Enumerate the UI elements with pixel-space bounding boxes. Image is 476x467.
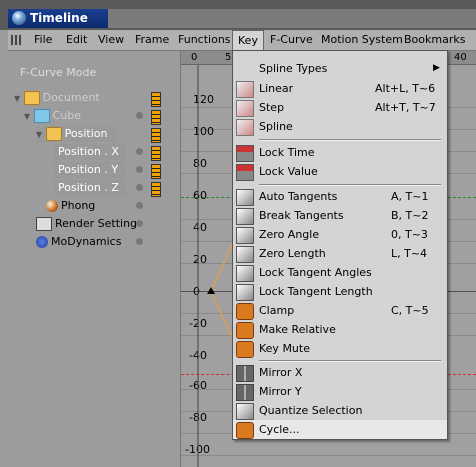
menu-item-lock-tangent-length[interactable]: Lock Tangent Length bbox=[233, 282, 447, 301]
track-icon bbox=[151, 164, 161, 179]
auto-tangents-icon bbox=[236, 189, 254, 206]
track-icon bbox=[151, 110, 161, 125]
keyframe-marker[interactable] bbox=[207, 287, 215, 294]
phong-tag-icon bbox=[46, 200, 58, 212]
menu-item-step[interactable]: Step Alt+T, T~7 bbox=[233, 98, 447, 117]
track-icon bbox=[151, 182, 161, 197]
menu-frame[interactable]: Frame bbox=[135, 30, 169, 50]
tree-item-position-y[interactable]: Position . Y bbox=[54, 162, 126, 178]
key-menu-dropdown: Spline Types ▶ Linear Alt+L, T~6 Step Al… bbox=[232, 50, 448, 440]
menu-item-make-relative[interactable]: Make Relative bbox=[233, 320, 447, 339]
spline-icon bbox=[236, 119, 254, 136]
menu-motion-system[interactable]: Motion System bbox=[321, 30, 403, 50]
menu-item-clamp[interactable]: Clamp C, T~5 bbox=[233, 301, 447, 320]
menu-separator bbox=[259, 184, 441, 186]
curve-segment-up[interactable] bbox=[210, 242, 234, 292]
menu-item-key-mute[interactable]: Key Mute bbox=[233, 339, 447, 358]
quantize-selection-icon bbox=[236, 403, 254, 420]
lock-tangent-angles-icon bbox=[236, 265, 254, 282]
app-icon bbox=[12, 11, 26, 25]
tree-item-modynamics[interactable]: MoDynamics bbox=[36, 234, 121, 250]
tree-item-document[interactable]: ▼ Document bbox=[14, 90, 100, 106]
expand-icon[interactable]: ▼ bbox=[36, 130, 42, 139]
cycle-icon bbox=[236, 422, 254, 439]
zero-angle-icon bbox=[236, 227, 254, 244]
cube-icon bbox=[33, 109, 50, 123]
menu-separator bbox=[259, 360, 441, 362]
grip-icon[interactable] bbox=[11, 35, 21, 45]
dot-icon bbox=[136, 112, 143, 119]
menu-item-lock-value[interactable]: Lock Value bbox=[233, 162, 447, 181]
dot-icon bbox=[136, 148, 143, 155]
mirror-y-icon bbox=[236, 384, 254, 401]
render-setting-icon bbox=[36, 217, 52, 231]
ruler-tick: 40 bbox=[454, 52, 467, 63]
lock-value-icon bbox=[236, 164, 254, 181]
menu-key[interactable]: Key bbox=[232, 30, 264, 50]
linear-icon bbox=[236, 81, 254, 98]
title-bar-rest bbox=[108, 9, 476, 28]
make-relative-icon bbox=[236, 322, 254, 339]
tree-item-position[interactable]: ▼ Position bbox=[36, 126, 116, 142]
menu-item-mirror-x[interactable]: Mirror X bbox=[233, 363, 447, 382]
menu-bookmarks[interactable]: Bookmarks bbox=[404, 30, 465, 50]
tree-item-position-z[interactable]: Position . Z bbox=[54, 180, 126, 196]
title-bar: Timeline bbox=[0, 0, 476, 30]
menu-item-lock-time[interactable]: Lock Time bbox=[233, 143, 447, 162]
window-title: Timeline bbox=[30, 11, 88, 25]
track-icon bbox=[151, 92, 161, 107]
menu-item-break-tangents[interactable]: Break Tangents B, T~2 bbox=[233, 206, 447, 225]
menu-item-auto-tangents[interactable]: Auto Tangents A, T~1 bbox=[233, 187, 447, 206]
tree-item-cube[interactable]: ▼ Cube bbox=[24, 108, 81, 124]
mode-label: F-Curve Mode bbox=[20, 66, 97, 79]
tree-item-position-x[interactable]: Position . X bbox=[54, 144, 126, 160]
menu-item-zero-length[interactable]: Zero Length L, T~4 bbox=[233, 244, 447, 263]
submenu-arrow-icon: ▶ bbox=[433, 63, 440, 73]
menu-functions[interactable]: Functions bbox=[178, 30, 231, 50]
folder-icon bbox=[23, 91, 40, 105]
lock-time-icon bbox=[236, 145, 254, 162]
menu-item-zero-angle[interactable]: Zero Angle 0, T~3 bbox=[233, 225, 447, 244]
track-icon bbox=[151, 128, 161, 143]
dot-icon bbox=[136, 220, 143, 227]
menu-item-quantize-selection[interactable]: Quantize Selection bbox=[233, 401, 447, 420]
menu-file[interactable]: File bbox=[34, 30, 52, 50]
menu-f-curve[interactable]: F-Curve bbox=[270, 30, 313, 50]
mirror-x-icon bbox=[236, 365, 254, 382]
menu-item-spline[interactable]: Spline bbox=[233, 117, 447, 136]
break-tangents-icon bbox=[236, 208, 254, 225]
window-title-area[interactable]: Timeline bbox=[8, 9, 108, 28]
lock-tangent-length-icon bbox=[236, 284, 254, 301]
menu-item-mirror-y[interactable]: Mirror Y bbox=[233, 382, 447, 401]
menu-item-spline-types[interactable]: Spline Types ▶ bbox=[233, 59, 447, 78]
clamp-icon bbox=[236, 303, 254, 320]
menu-bar: File Edit View Frame Functions Key F-Cur… bbox=[8, 30, 476, 51]
dot-icon bbox=[136, 166, 143, 173]
dot-icon bbox=[136, 202, 143, 209]
zero-length-icon bbox=[236, 246, 254, 263]
menu-view[interactable]: View bbox=[98, 30, 124, 50]
object-tree-panel: F-Curve Mode ▼ Document ▼ Cube ▼ Positio… bbox=[8, 51, 181, 467]
expand-icon[interactable]: ▼ bbox=[24, 112, 30, 121]
tree-item-phong[interactable]: Phong bbox=[46, 198, 95, 214]
key-mute-icon bbox=[236, 341, 254, 358]
expand-icon[interactable]: ▼ bbox=[14, 94, 20, 103]
track-icon bbox=[151, 146, 161, 161]
menu-item-cycle[interactable]: Cycle... bbox=[233, 420, 447, 439]
dot-icon bbox=[136, 184, 143, 191]
dot-icon bbox=[136, 238, 143, 245]
curve-segment-down[interactable] bbox=[210, 290, 234, 340]
folder-icon bbox=[45, 127, 62, 141]
menu-item-linear[interactable]: Linear Alt+L, T~6 bbox=[233, 79, 447, 98]
step-icon bbox=[236, 100, 254, 117]
menu-edit[interactable]: Edit bbox=[66, 30, 87, 50]
modynamics-icon bbox=[36, 236, 48, 248]
menu-item-lock-tangent-angles[interactable]: Lock Tangent Angles bbox=[233, 263, 447, 282]
tree-item-render-setting[interactable]: Render Setting bbox=[36, 216, 137, 232]
menu-separator bbox=[259, 139, 441, 141]
